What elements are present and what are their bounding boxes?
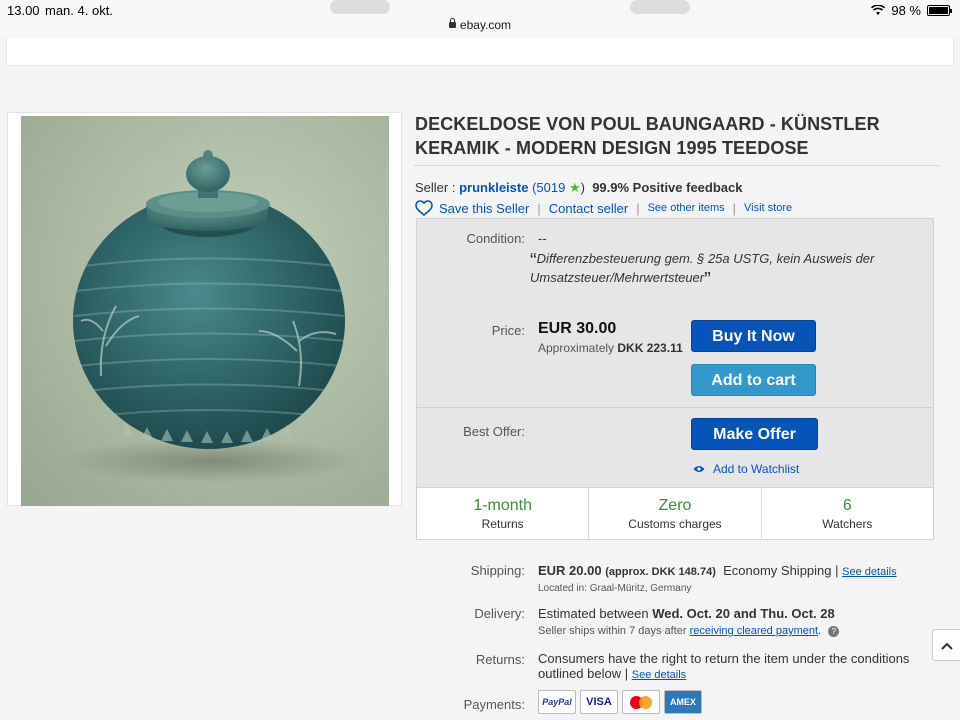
heart-icon[interactable] <box>415 200 433 216</box>
paypal-icon: PayPal <box>538 690 576 714</box>
battery-percent: 98 % <box>891 3 921 18</box>
shipping-method: Economy Shipping <box>723 563 832 578</box>
returns-text-1: Consumers have the right to return the i… <box>538 651 910 666</box>
wifi-icon <box>871 5 886 15</box>
close-quote: ” <box>704 269 711 291</box>
status-bar: 13.00 man. 4. okt. ebay.com 98 % <box>0 0 960 38</box>
visa-icon: VISA <box>580 690 618 714</box>
status-date: man. 4. okt. <box>45 3 113 18</box>
buy-box: Condition: -- “Differenzbesteuerung gem.… <box>416 218 934 540</box>
positive-feedback: 99.9% Positive feedback <box>592 180 743 195</box>
payment-methods: PayPal VISA AMEX <box>538 690 702 714</box>
feedback-count[interactable]: (5019 <box>532 180 565 195</box>
delivery-prefix: Estimated between <box>538 606 649 621</box>
condition-note: “Differenzbesteuerung gem. § 25a USTG, k… <box>530 249 900 290</box>
contact-seller-link[interactable]: Contact seller <box>549 201 628 216</box>
price-value: EUR 30.00 <box>538 320 617 337</box>
separator: | <box>835 563 839 578</box>
help-icon[interactable]: ? <box>828 626 840 637</box>
stat-label: Returns <box>481 517 524 531</box>
visit-store-link[interactable]: Visit store <box>744 202 792 214</box>
product-image[interactable] <box>21 116 389 506</box>
stat-label: Watchers <box>822 517 873 531</box>
battery-icon <box>927 5 952 16</box>
make-offer-button[interactable]: Make Offer <box>691 418 818 450</box>
seller-name-link[interactable]: prunkleiste <box>459 180 528 195</box>
buy-it-now-button[interactable]: Buy It Now <box>691 320 816 352</box>
delivery-label: Delivery: <box>474 606 525 621</box>
returns-text-2-body: outlined below | <box>538 666 629 681</box>
see-other-items-link[interactable]: See other items <box>648 202 725 214</box>
returns-label: Returns: <box>475 652 525 667</box>
separator: | <box>537 200 541 216</box>
cleared-payment-link[interactable]: receiving cleared payment <box>690 625 818 637</box>
star-icon: ★ <box>568 180 581 195</box>
delivery-note-prefix: Seller ships within 7 days after <box>538 625 687 637</box>
add-to-watchlist-link[interactable]: Add to Watchlist <box>693 462 799 476</box>
chevron-up-icon <box>941 642 953 650</box>
stat-value: 6 <box>842 497 852 514</box>
returns-see-details-link[interactable]: See details <box>632 669 686 681</box>
stat-label: Customs charges <box>628 517 722 531</box>
returns-text-2: outlined below | See details <box>538 666 686 681</box>
shipping-approx: (approx. DKK 148.74) <box>605 566 716 578</box>
stat-returns: 1-month Returns <box>417 488 590 539</box>
approx-value: DKK 223.11 <box>617 341 683 355</box>
delivery-note: Seller ships within 7 days after receivi… <box>538 625 840 637</box>
price-label: Price: <box>491 323 525 338</box>
address-bar[interactable]: ebay.com <box>0 18 960 32</box>
price-approx: Approximately DKK 223.11 <box>538 341 683 355</box>
separator: | <box>636 200 640 216</box>
top-strip <box>6 38 954 66</box>
amex-icon: AMEX <box>664 690 702 714</box>
delivery-dates: Wed. Oct. 20 and Thu. Oct. 28 <box>652 606 835 621</box>
save-seller-link[interactable]: Save this Seller <box>439 201 529 216</box>
seller-info: Seller : prunkleiste (5019 ★) 99.9% Posi… <box>415 180 743 196</box>
shipping-value: EUR 20.00 (approx. DKK 148.74) Economy S… <box>538 563 897 578</box>
condition-value: -- <box>538 231 547 246</box>
payments-label: Payments: <box>463 697 525 712</box>
shipping-location: Located in: Graal-Müritz, Germany <box>538 583 692 594</box>
stat-customs: Zero Customs charges <box>589 488 762 539</box>
blurred-tab <box>630 0 690 14</box>
seller-actions: Save this Seller | Contact seller | See … <box>415 200 792 216</box>
mastercard-icon <box>622 690 660 714</box>
scroll-to-top-button[interactable] <box>932 629 960 661</box>
condition-note-text: Differenzbesteuerung gem. § 25a USTG, ke… <box>530 251 875 285</box>
shipping-label: Shipping: <box>470 563 525 578</box>
product-image-panel[interactable] <box>7 112 402 506</box>
seller-label: Seller : <box>415 180 456 195</box>
add-to-cart-button[interactable]: Add to cart <box>691 364 816 396</box>
condition-label: Condition: <box>466 231 525 246</box>
delivery-value: Estimated between Wed. Oct. 20 and Thu. … <box>538 606 835 621</box>
status-right: 98 % <box>871 3 952 18</box>
separator: | <box>732 200 737 216</box>
shipping-see-details-link[interactable]: See details <box>842 566 896 578</box>
lock-icon <box>448 18 456 28</box>
blurred-tab <box>330 0 390 14</box>
url-text: ebay.com <box>459 18 512 32</box>
watchlist-label: Add to Watchlist <box>713 462 800 476</box>
stat-value: Zero <box>658 497 692 514</box>
feedback-count-close: ) <box>580 180 585 195</box>
buybox-divider <box>417 407 933 408</box>
ceramic-jar-image <box>61 150 361 483</box>
stat-watchers: 6 Watchers <box>762 488 933 539</box>
stat-value: 1-month <box>473 497 533 514</box>
title-divider <box>415 165 940 166</box>
approx-prefix: Approximately <box>538 341 615 355</box>
item-title: DECKELDOSE VON POUL BAUNGAARD - KÜNSTLER… <box>415 114 880 158</box>
open-quote: “ <box>530 250 537 272</box>
shipping-cost: EUR 20.00 <box>538 563 602 578</box>
status-time: 13.00 <box>7 3 40 18</box>
item-stats: 1-month Returns Zero Customs charges 6 W… <box>417 487 933 539</box>
eye-icon <box>693 466 705 472</box>
best-offer-label: Best Offer: <box>463 424 525 439</box>
delivery-note-suffix: . <box>818 625 822 637</box>
